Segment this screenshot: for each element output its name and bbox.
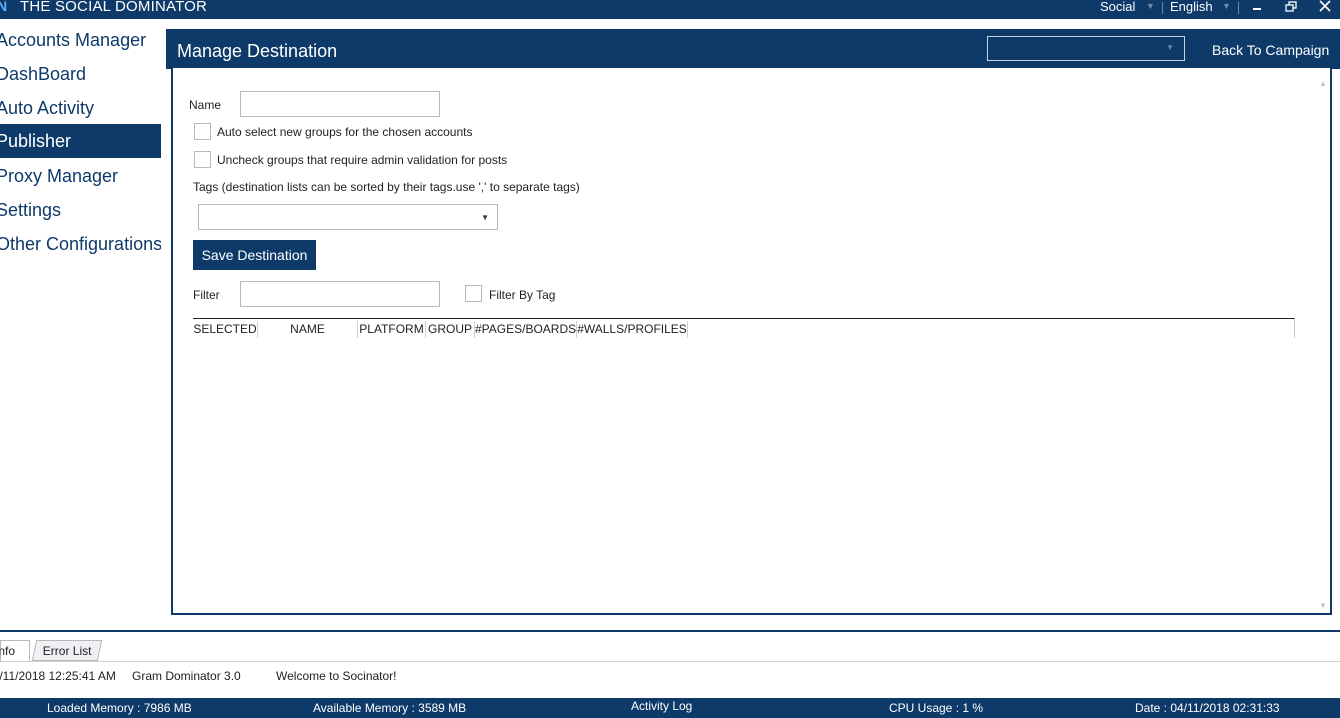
log-timestamp: 04/11/2018 12:25:41 AM [0, 669, 116, 683]
back-to-campaign-link[interactable]: Back To Campaign [1212, 41, 1329, 59]
scroll-up-icon[interactable]: ▲ [1319, 79, 1327, 88]
name-input[interactable] [240, 91, 440, 117]
save-destination-button[interactable]: Save Destination [193, 240, 316, 270]
available-memory: Available Memory : 3589 MB [313, 701, 467, 715]
tags-label: Tags (destination lists can be sorted by… [193, 180, 580, 194]
column-header-walls-profiles[interactable]: #WALLS/PROFILES [577, 321, 688, 338]
destination-grid-header: SELECTED NAME PLATFORM GROUP #PAGES/BOAR… [193, 318, 1295, 338]
auto-select-label: Auto select new groups for the chosen ac… [217, 125, 473, 139]
chevron-down-icon[interactable]: ▼ [1222, 0, 1231, 13]
activity-log-link[interactable]: Activity Log [631, 696, 692, 716]
title-separator [1238, 2, 1239, 14]
sidebar-item-other-configurations[interactable]: Other Configurations [0, 227, 161, 261]
log-divider [0, 630, 1340, 632]
campaign-select[interactable]: ▼ [987, 36, 1185, 61]
column-header-pages-boards[interactable]: #PAGES/BOARDS [475, 321, 577, 338]
filter-by-tag-label: Filter By Tag [489, 288, 556, 302]
app-title: THE SOCIAL DOMINATOR [20, 0, 208, 15]
cpu-usage: CPU Usage : 1 % [889, 701, 984, 715]
minimize-icon[interactable] [1246, 0, 1268, 14]
chevron-down-icon: ▼ [481, 213, 489, 222]
sidebar-item-publisher[interactable]: Publisher [0, 124, 161, 158]
filter-by-tag-checkbox[interactable] [465, 285, 482, 302]
status-date: Date : 04/11/2018 02:31:33 [1135, 701, 1280, 715]
name-label: Name [189, 98, 222, 112]
log-source: Gram Dominator 3.0 [132, 669, 241, 683]
scroll-down-icon[interactable]: ▼ [1319, 601, 1327, 610]
page-title: Manage Destination [177, 41, 338, 61]
network-select[interactable]: Social [1100, 0, 1135, 14]
column-header-name[interactable]: NAME [258, 321, 358, 338]
filter-label: Filter [193, 288, 220, 302]
sidebar-item-dashboard[interactable]: DashBoard [0, 57, 161, 91]
title-bar: N THE SOCIAL DOMINATOR Social ▼ English … [0, 0, 1340, 19]
sidebar-item-auto-activity[interactable]: Auto Activity [0, 91, 161, 125]
chevron-down-icon: ▼ [1166, 43, 1174, 52]
column-header-selected[interactable]: SELECTED [193, 321, 258, 338]
column-header-platform[interactable]: PLATFORM [358, 321, 426, 338]
uncheck-admin-label: Uncheck groups that require admin valida… [217, 153, 508, 167]
title-separator [1162, 2, 1163, 14]
log-message: Welcome to Socinator! [276, 669, 397, 683]
sidebar-item-proxy-manager[interactable]: Proxy Manager [0, 159, 161, 193]
tab-error-list[interactable]: Error List [31, 640, 103, 661]
filter-input[interactable] [240, 281, 440, 307]
tab-info[interactable]: Info [0, 640, 30, 661]
tags-combobox[interactable]: ▼ [198, 204, 498, 230]
sidebar-item-settings[interactable]: Settings [0, 193, 161, 227]
tab-error-list-label: Error List [42, 644, 92, 658]
uncheck-admin-checkbox[interactable] [194, 151, 211, 168]
status-bar: Loaded Memory : 7986 MB Available Memory… [0, 698, 1340, 718]
close-icon[interactable] [1314, 0, 1336, 14]
app-logo: N [0, 0, 8, 14]
panel-body [171, 68, 1332, 615]
language-select[interactable]: English [1170, 0, 1213, 14]
restore-icon[interactable] [1280, 0, 1302, 14]
chevron-down-icon[interactable]: ▼ [1146, 0, 1155, 13]
log-separator [0, 661, 1340, 662]
auto-select-checkbox[interactable] [194, 123, 211, 140]
column-header-group[interactable]: GROUP [426, 321, 475, 338]
sidebar-item-accounts-manager[interactable]: Accounts Manager [0, 23, 161, 57]
loaded-memory: Loaded Memory : 7986 MB [47, 701, 192, 715]
